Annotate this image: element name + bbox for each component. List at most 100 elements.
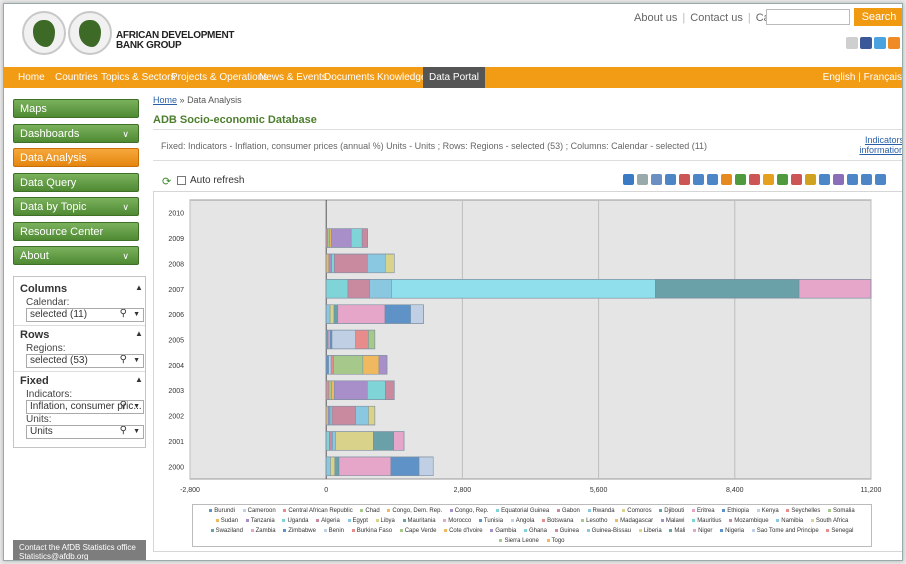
legend-item[interactable]: Burundi [209, 508, 235, 514]
search-icon[interactable]: ⚲ [120, 355, 127, 366]
legend-item[interactable]: Mozambique [729, 518, 769, 524]
grid-icon[interactable] [707, 174, 718, 185]
afdb-seal-logo[interactable] [68, 11, 112, 55]
legend-item[interactable]: Zambia [250, 528, 276, 534]
calendar-select[interactable]: selected (11) ⚲ ▼ [26, 308, 144, 322]
legend-item[interactable]: Algeria [316, 518, 340, 524]
legend-item[interactable]: Guinea-Bissau [586, 528, 631, 534]
legend-item[interactable]: Rwanda [587, 508, 615, 514]
pdf-icon[interactable] [679, 174, 690, 185]
legend-item[interactable]: Cape Verde [399, 528, 436, 534]
legend-item[interactable]: Senegal [826, 528, 853, 534]
dropdown-arrow-icon[interactable]: ▼ [133, 309, 140, 321]
nav-knowledge[interactable]: Knowledge [377, 67, 426, 88]
search-input[interactable] [766, 9, 850, 25]
about-us-link[interactable]: About us [634, 12, 677, 24]
twitter-icon[interactable] [874, 37, 886, 49]
bar-chart-icon[interactable] [749, 174, 760, 185]
legend-item[interactable]: Equatorial Guinea [496, 508, 549, 514]
legend-item[interactable]: Kenya [756, 508, 779, 514]
legend-item[interactable]: Zimbabwe [283, 528, 316, 534]
rss-icon[interactable] [888, 37, 900, 49]
legend-item[interactable]: Angola [510, 518, 534, 524]
sidebar-item-data-by-topic[interactable]: Data by Topic ∨ [13, 197, 139, 216]
indicators-select[interactable]: Inflation, consumer pric... ⚲ ▼ [26, 400, 144, 414]
legend-item[interactable]: Morocco [443, 518, 471, 524]
search-button[interactable]: Search [854, 8, 902, 26]
afdb-emblem-logo[interactable] [22, 11, 66, 55]
legend-item[interactable]: Sierra Leone [499, 538, 539, 544]
breadcrumb-home-link[interactable]: Home [153, 95, 177, 105]
print-icon[interactable] [651, 174, 662, 185]
heatmap-icon[interactable] [819, 174, 830, 185]
pie-chart-icon[interactable] [791, 174, 802, 185]
nav-data-portal[interactable]: Data Portal [423, 67, 486, 88]
legend-item[interactable]: Mauritania [402, 518, 436, 524]
regions-select[interactable]: selected (53) ⚲ ▼ [26, 354, 144, 368]
contact-email-link[interactable]: Statistics@afdb.org [19, 552, 146, 560]
dropdown-arrow-icon[interactable]: ▼ [133, 401, 140, 413]
legend-item[interactable]: Burkina Faso [351, 528, 392, 534]
legend-item[interactable]: Gabon [556, 508, 580, 514]
sidebar-item-resource-center[interactable]: Resource Center [13, 222, 139, 241]
legend-item[interactable]: Gambia [490, 528, 516, 534]
units-select[interactable]: Units ⚲ ▼ [26, 425, 144, 439]
legend-item[interactable]: Eritrea [691, 508, 715, 514]
legend-item[interactable]: Djibouti [659, 508, 684, 514]
line-chart-icon[interactable] [735, 174, 746, 185]
legend-item[interactable]: Swaziland [210, 528, 243, 534]
dropdown-arrow-icon[interactable]: ▼ [133, 355, 140, 367]
legend-item[interactable]: Nigeria [720, 528, 744, 534]
column-chart-icon[interactable] [721, 174, 732, 185]
legend-item[interactable]: Mali [669, 528, 685, 534]
nav-home[interactable]: Home [18, 67, 45, 88]
fixed-section-toggle[interactable]: Fixed ▲ [20, 375, 143, 387]
legend-item[interactable]: Egypt [347, 518, 368, 524]
export-icon[interactable] [665, 174, 676, 185]
email-icon[interactable] [846, 37, 858, 49]
legend-item[interactable]: Libya [375, 518, 395, 524]
sidebar-item-dashboards[interactable]: Dashboards ∨ [13, 124, 139, 143]
undo-icon[interactable] [623, 174, 634, 185]
legend-item[interactable]: Cote d'Ivoire [444, 528, 483, 534]
zoom-icon[interactable] [847, 174, 858, 185]
redo-icon[interactable] [637, 174, 648, 185]
legend-item[interactable]: Tanzania [245, 518, 275, 524]
lang-french[interactable]: Français [864, 72, 902, 83]
legend-item[interactable]: Guinea [554, 528, 579, 534]
legend-item[interactable]: Uganda [282, 518, 308, 524]
lang-english[interactable]: English [823, 72, 856, 83]
legend-item[interactable]: Ethiopia [722, 508, 749, 514]
sidebar-item-data-analysis[interactable]: Data Analysis [13, 148, 139, 167]
legend-item[interactable]: Congo, Rep. [449, 508, 488, 514]
legend-item[interactable]: Central African Republic [283, 508, 353, 514]
legend-item[interactable]: Lesotho [581, 518, 607, 524]
stacked-bar-icon[interactable] [763, 174, 774, 185]
legend-item[interactable]: Togo [546, 538, 565, 544]
brand-name[interactable]: AFRICAN DEVELOPMENT BANK GROUP [116, 31, 236, 51]
table-icon[interactable] [693, 174, 704, 185]
legend-item[interactable]: Sudan [215, 518, 238, 524]
contact-us-link[interactable]: Contact us [690, 12, 743, 24]
columns-section-toggle[interactable]: Columns ▲ [20, 283, 143, 295]
legend-item[interactable]: Benin [323, 528, 344, 534]
legend-item[interactable]: Sao Tome and Principe [751, 528, 819, 534]
area-chart-icon[interactable] [777, 174, 788, 185]
legend-item[interactable]: Mauritius [692, 518, 722, 524]
fullscreen-icon[interactable] [861, 174, 872, 185]
legend-item[interactable]: Malawi [660, 518, 685, 524]
nav-news-events[interactable]: News & Events [259, 67, 327, 88]
legend-item[interactable]: Seychelles [786, 508, 820, 514]
legend-item[interactable]: Somalia [828, 508, 855, 514]
nav-topics-sectors[interactable]: Topics & Sectors [101, 67, 175, 88]
search-icon[interactable]: ⚲ [120, 309, 127, 320]
info-icon[interactable] [875, 174, 886, 185]
legend-item[interactable]: Comoros [622, 508, 652, 514]
legend-item[interactable]: Liberia [638, 528, 662, 534]
indicators-information-link[interactable]: Indicators information [859, 135, 902, 155]
nav-countries[interactable]: Countries [55, 67, 98, 88]
legend-item[interactable]: South Africa [810, 518, 848, 524]
legend-item[interactable]: Congo, Dem. Rep. [387, 508, 442, 514]
legend-item[interactable]: Botswana [542, 518, 573, 524]
facebook-icon[interactable] [860, 37, 872, 49]
